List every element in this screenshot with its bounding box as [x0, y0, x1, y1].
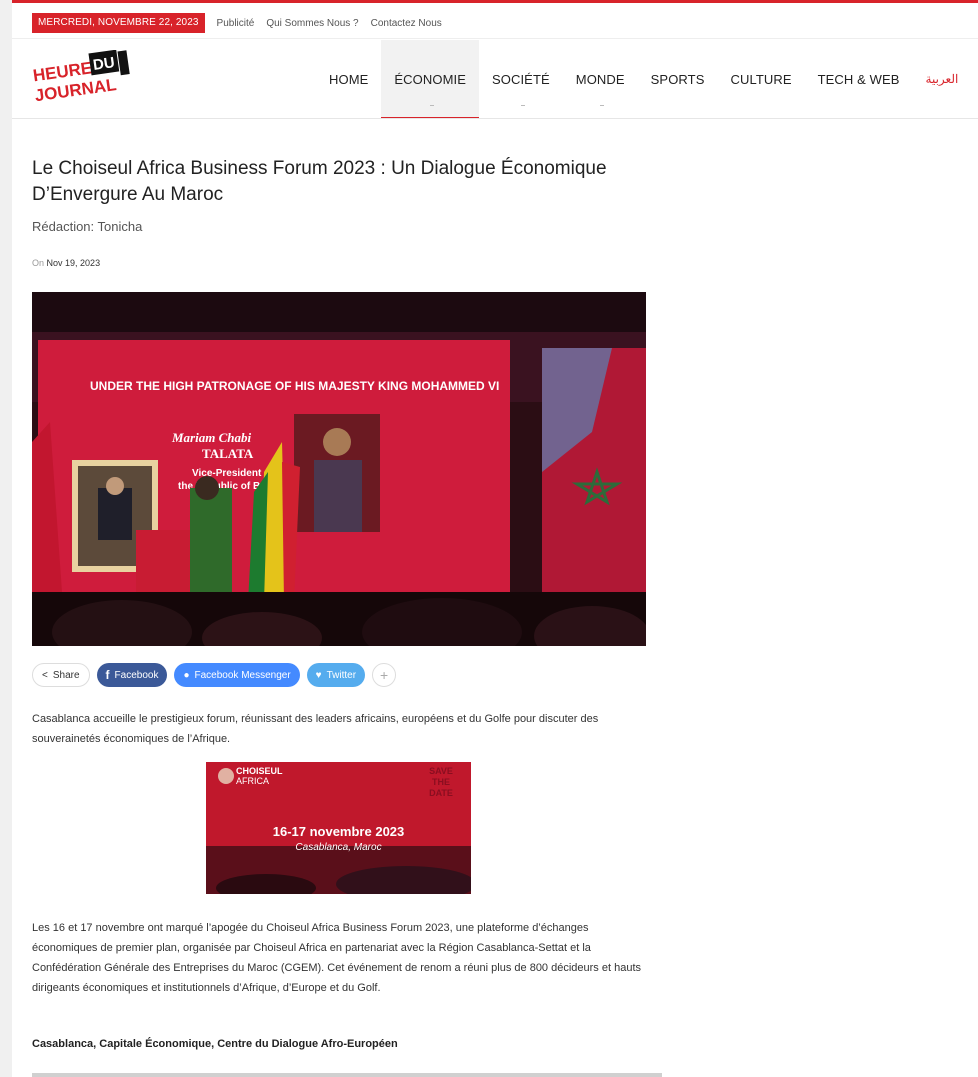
- facebook-label: Facebook: [114, 669, 159, 681]
- nav-monde[interactable]: MONDE: [563, 40, 638, 118]
- promo-dates: 16-17 novembre 2023: [272, 824, 405, 839]
- logo-du-text: DU: [92, 54, 116, 74]
- article-intro: Casablanca accueille le prestigieux foru…: [32, 713, 599, 745]
- nav-culture[interactable]: CULTURE: [717, 40, 804, 118]
- nav-economie[interactable]: ÉCONOMIE: [381, 40, 479, 119]
- submenu-indicator-icon: [520, 105, 525, 106]
- nav-home[interactable]: HOME: [316, 40, 381, 118]
- hero-speaker-name: Mariam Chabi: [171, 430, 251, 445]
- messenger-icon: ●: [183, 669, 190, 681]
- twitter-label: Twitter: [326, 669, 357, 681]
- article-date: On Nov 19, 2023: [32, 258, 100, 268]
- nav-societe-label: SOCIÉTÉ: [492, 71, 550, 87]
- header-divider: [12, 38, 978, 39]
- top-bar: MERCREDI, NOVEMBRE 22, 2023 Publicité Qu…: [32, 13, 442, 33]
- nav-tech-web-label: TECH & WEB: [817, 71, 900, 87]
- current-date-badge: MERCREDI, NOVEMBRE 22, 2023: [32, 13, 205, 33]
- share-icon: <: [42, 669, 48, 681]
- top-accent-line: [12, 0, 978, 3]
- submenu-indicator-icon: [600, 105, 605, 106]
- toplink-publicite[interactable]: Publicité: [217, 18, 255, 29]
- twitter-icon: ♥: [315, 669, 322, 681]
- share-bar: < Share f Facebook ● Facebook Messenger …: [32, 663, 397, 687]
- logo-maroc-box: [117, 50, 130, 76]
- nav-societe[interactable]: SOCIÉTÉ: [479, 40, 563, 118]
- nav-culture-label: CULTURE: [730, 71, 792, 87]
- facebook-share-button[interactable]: f Facebook: [96, 663, 168, 687]
- nav-home-label: HOME: [329, 71, 369, 87]
- nav-arabic-label: العربية: [925, 72, 959, 86]
- toplink-qui-sommes-nous[interactable]: Qui Sommes Nous ?: [266, 18, 358, 29]
- promo-save: SAVE: [429, 766, 453, 776]
- page-left-margin: [0, 0, 12, 1077]
- promo-date-word: DATE: [429, 788, 453, 798]
- messenger-label: Facebook Messenger: [194, 669, 291, 681]
- hero-speaker-surname: TALATA: [202, 446, 254, 461]
- promo-save-date: SAVE THE DATE: [416, 766, 466, 799]
- date-prefix: On: [32, 258, 45, 268]
- article-title: Le Choiseul Africa Business Forum 2023 :…: [32, 158, 607, 205]
- promo-city: Casablanca, Maroc: [295, 842, 382, 853]
- share-label: Share: [52, 669, 80, 681]
- twitter-share-button[interactable]: ♥ Twitter: [306, 663, 366, 687]
- hero-image: UNDER THE HIGH PATRONAGE OF HIS MAJESTY …: [32, 292, 646, 646]
- article-next-paragraph-fragment: [32, 1070, 662, 1077]
- article-subheading: Casablanca, Capitale Économique, Centre …: [32, 1038, 398, 1050]
- nav-sports[interactable]: SPORTS: [638, 40, 718, 118]
- header-bottom-border: [12, 118, 978, 119]
- article-body: Les 16 et 17 novembre ont marqué l’apogé…: [32, 922, 641, 994]
- toplink-contactez-nous[interactable]: Contactez Nous: [371, 18, 442, 29]
- main-nav: HOME ÉCONOMIE SOCIÉTÉ MONDE SPORTS CULTU…: [316, 40, 972, 119]
- date-value: Nov 19, 2023: [46, 258, 101, 268]
- site-logo[interactable]: HEURE DU JOURNAL: [32, 50, 142, 108]
- submenu-indicator-icon: [430, 105, 435, 106]
- more-share-button[interactable]: +: [372, 663, 397, 687]
- nav-arabic[interactable]: العربية: [913, 40, 972, 118]
- hero-banner-text: UNDER THE HIGH PATRONAGE OF HIS MAJESTY …: [90, 379, 499, 393]
- nav-tech-web[interactable]: TECH & WEB: [805, 40, 913, 118]
- forum-promo-image: CHOISEUL AFRICA SAVE THE DATE 16-17 nove…: [206, 762, 471, 894]
- share-button[interactable]: < Share: [32, 663, 90, 687]
- promo-the: THE: [432, 777, 450, 787]
- nav-sports-label: SPORTS: [650, 71, 705, 87]
- messenger-share-button[interactable]: ● Facebook Messenger: [174, 663, 300, 687]
- nav-monde-label: MONDE: [575, 71, 625, 87]
- facebook-icon: f: [105, 668, 110, 682]
- article-author: Rédaction: Tonicha: [32, 219, 143, 234]
- nav-economie-label: ÉCONOMIE: [394, 71, 466, 87]
